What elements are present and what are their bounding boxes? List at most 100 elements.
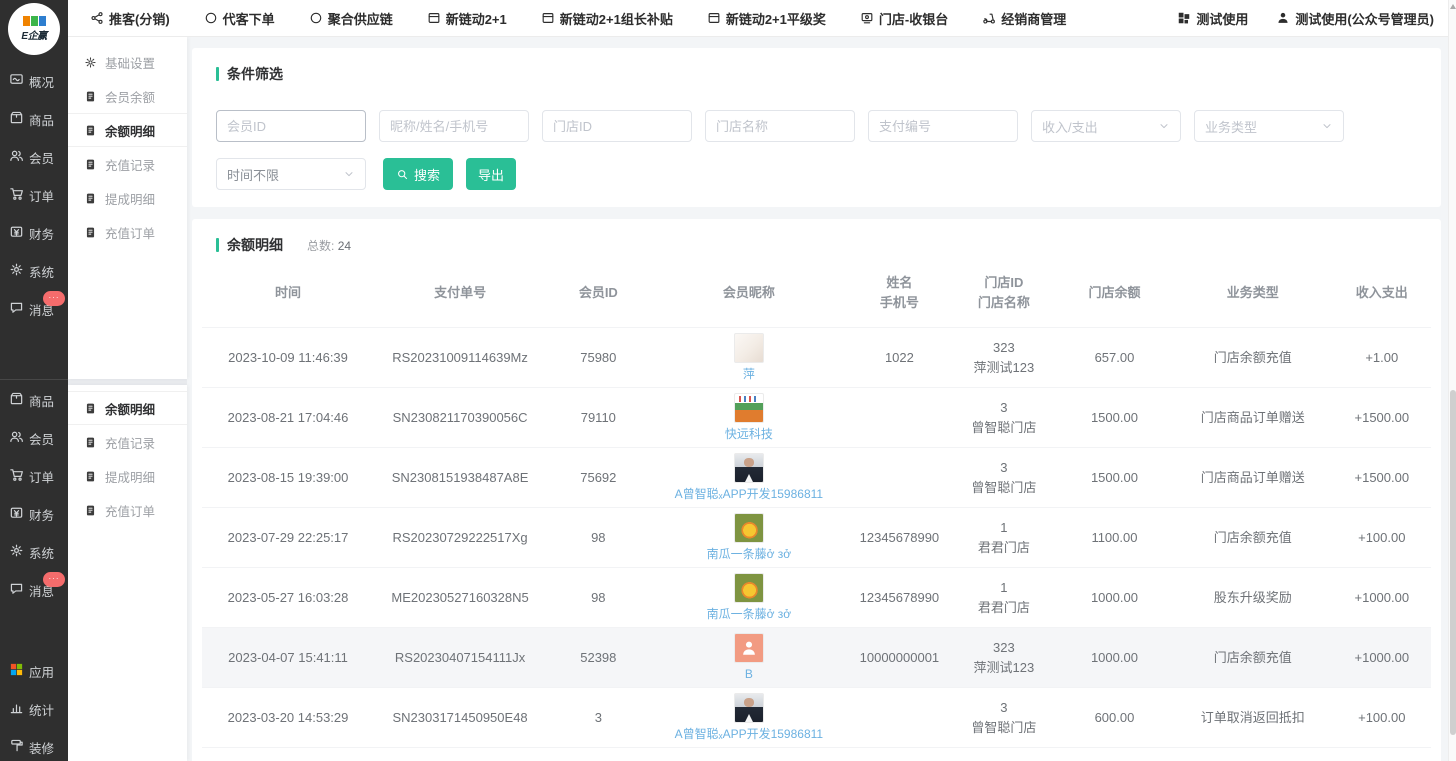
table-row[interactable]: 2023-07-29 22:25:17RS20230729222517Xg98南… [202,508,1431,568]
sidebar-item-财务[interactable]: 财务 [0,214,68,252]
member-nickname-link[interactable]: B [745,665,753,683]
topnav-item-8[interactable]: 经销商管理 [982,9,1066,28]
nickname-name-phone-input[interactable] [379,110,529,142]
cell-store-balance [1056,748,1173,761]
cell-time: 2023-03-20 14:53:29 [202,688,374,748]
submenu-item-余额明细[interactable]: 余额明细 [68,113,187,147]
topnav-item-1[interactable]: 推客(分销) [90,9,170,28]
export-button[interactable]: 导出 [466,158,516,190]
rail-group-3: 应用统计装修 [0,652,68,761]
circle-icon [204,11,218,25]
member-nickname-link[interactable]: 萍 [743,365,755,383]
table-row[interactable]: 2023-10-09 11:46:39RS20231009114639Mz759… [202,328,1431,388]
submenu-item-会员余额[interactable]: 会员余额 [68,79,187,113]
scrollbar-thumb[interactable] [1450,390,1456,735]
member-nickname-link[interactable]: A曾智聪ₓAPP开发15986811 [675,485,823,503]
table-body: 2023-10-09 11:46:39RS20231009114639Mz759… [202,328,1431,761]
sidebar-item-label: 概况 [29,72,54,91]
submenu-group-2: 余额明细充值记录提成明细充值订单 [68,391,187,527]
member-nickname-link[interactable]: 南瓜一条藤ở зở [707,605,792,623]
topnav-item-3[interactable]: 聚合供应链 [309,9,393,28]
window-scrollbar[interactable] [1448,0,1456,761]
submenu-item-余额明细[interactable]: 余额明细 [68,391,187,425]
goods-icon [9,110,24,128]
sidebar-item-订单[interactable]: 订单 [0,176,68,214]
member-nickname-link[interactable]: A曾智聪ₓAPP开发15986811 [675,725,823,743]
submenu-item-提成明细[interactable]: 提成明细 [68,459,187,493]
sidebar-item-系统[interactable]: 系统 [0,533,68,571]
topnav-item-6[interactable]: 新链动2+1平级奖 [707,9,826,28]
submenu-item-充值记录[interactable]: 充值记录 [68,425,187,459]
member-avatar [734,513,764,543]
sidebar-item-消息[interactable]: 消息··· [0,290,68,328]
orders-icon [9,467,24,485]
member-avatar [734,693,764,723]
logo-blocks-icon [23,16,46,26]
total-label: 总数: [307,239,334,253]
topnav-item-5[interactable]: 新链动2+1组长补贴 [541,9,673,28]
topnav-items: 推客(分销) 代客下单 聚合供应链 新链动2+1 新链动2+1组长补贴 新链动2+1平级奖… [68,9,1066,28]
submenu-item-label: 基础设置 [105,53,155,72]
cell-member-id: 79110 [546,388,650,448]
cell-store-balance: 600.00 [1056,688,1173,748]
doc-icon [84,436,97,449]
submenu-item-提成明细[interactable]: 提成明细 [68,181,187,215]
cell-nickname: A曾智聪ₓAPP开发15986811 [651,448,848,508]
cell-member-id: 75692 [546,448,650,508]
table-row[interactable]: 2023-08-21 17:04:46SN230821170390056C791… [202,388,1431,448]
topnav-item-7[interactable]: 门店-收银台 [860,9,948,28]
submenu-item-基础设置[interactable]: 基础设置 [68,45,187,79]
topnav-item-2[interactable]: 代客下单 [204,9,275,28]
table-row[interactable]: 2023-08-15 19:39:00SN2308151938487A8E756… [202,448,1431,508]
sidebar-item-系统[interactable]: 系统 [0,252,68,290]
doc-icon [84,158,97,171]
biz-type-select[interactable]: 业务类型 [1194,110,1344,142]
sidebar-item-商品[interactable]: 商品 [0,381,68,419]
sidebar-item-财务[interactable]: 财务 [0,495,68,533]
table-row[interactable]: 2023-03-20 14:53:29SN2303171450950E483A曾… [202,688,1431,748]
cell-store: 3 [952,748,1056,761]
submenu-item-充值订单[interactable]: 充值订单 [68,493,187,527]
sidebar-item-订单[interactable]: 订单 [0,457,68,495]
table-row[interactable]: 2023-05-27 16:03:28ME20230527160328N598南… [202,568,1431,628]
account-menu[interactable]: 测试使用(公众号管理员) [1276,9,1434,28]
scroll-up-arrow-icon[interactable] [1450,4,1456,9]
member-nickname-link[interactable]: 南瓜一条藤ở зở [707,545,792,563]
workspace-switcher[interactable]: 测试使用 [1177,9,1248,28]
income-expense-select[interactable]: 收入/支出 [1031,110,1181,142]
search-button[interactable]: 搜索 [383,158,453,190]
time-range-select[interactable]: 时间不限 [216,158,366,190]
cell-time [202,748,374,761]
table-row[interactable]: 3 [202,748,1431,761]
total-value: 24 [338,239,351,253]
sidebar-item-消息[interactable]: 消息··· [0,571,68,609]
submenu-item-充值记录[interactable]: 充值记录 [68,147,187,181]
system-icon [9,543,24,561]
submenu-item-label: 会员余额 [105,87,155,106]
member-id-input[interactable] [216,110,366,142]
sidebar-item-装修[interactable]: 装修 [0,728,68,761]
topnav-item-label: 新链动2+1平级奖 [726,9,826,28]
balance-table: 时间支付单号会员ID会员昵称姓名手机号门店ID门店名称门店余额业务类型收入支出 … [202,259,1431,761]
submenu-item-充值订单[interactable]: 充值订单 [68,215,187,249]
sidebar-item-会员[interactable]: 会员 [0,138,68,176]
submenu-item-label: 充值记录 [105,155,155,174]
brand-logo[interactable]: E企赢 [8,3,60,55]
pay-no-input[interactable] [868,110,1018,142]
topnav-item-label: 代客下单 [223,9,275,28]
cell-store-balance: 1100.00 [1056,508,1173,568]
cell-pay-no [374,748,546,761]
sidebar-item-概况[interactable]: 概况 [0,62,68,100]
table-row[interactable]: 2023-04-07 15:41:11RS20230407154111Jx523… [202,628,1431,688]
cell-phone [847,688,951,748]
sidebar-item-会员[interactable]: 会员 [0,419,68,457]
sidebar-item-label: 应用 [29,662,54,681]
sidebar-item-统计[interactable]: 统计 [0,690,68,728]
store-name-input[interactable] [705,110,855,142]
member-nickname-link[interactable]: 快远科技 [725,425,773,443]
topnav-item-4[interactable]: 新链动2+1 [427,9,507,28]
sidebar-item-应用[interactable]: 应用 [0,652,68,690]
pos-icon [860,11,874,25]
store-id-input[interactable] [542,110,692,142]
sidebar-item-商品[interactable]: 商品 [0,100,68,138]
